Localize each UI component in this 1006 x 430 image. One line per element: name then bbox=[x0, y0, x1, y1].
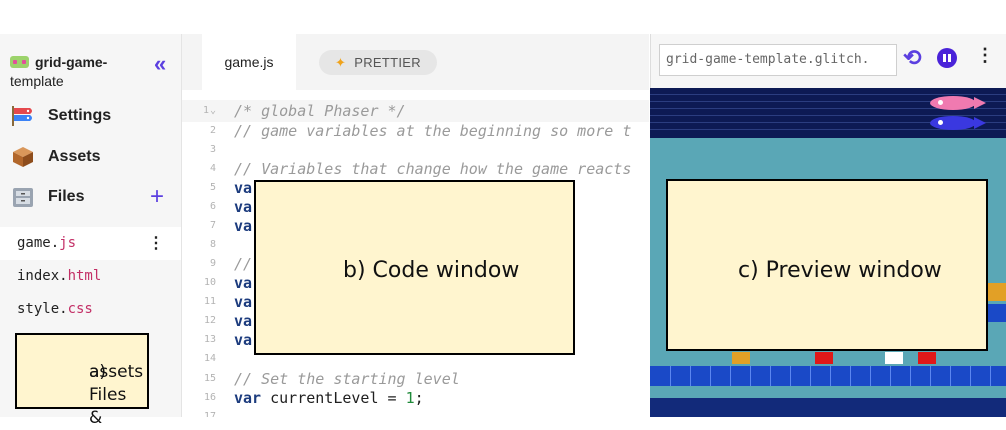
orange-tile bbox=[732, 352, 750, 364]
sidebar-item-assets[interactable]: Assets bbox=[10, 142, 178, 172]
reload-icon[interactable]: ⟲ bbox=[903, 46, 925, 70]
tile-row bbox=[650, 366, 1006, 386]
fold-marker-icon[interactable]: ⌄ bbox=[210, 105, 216, 116]
red-tile bbox=[918, 352, 936, 364]
code-line: 1⌄/* global Phaser */ bbox=[182, 100, 649, 122]
annotation-files-assets: a) Files & assets bbox=[15, 333, 149, 428]
file-menu-icon[interactable]: ⋮ bbox=[148, 227, 164, 260]
annotation-code-window: b) Code window bbox=[254, 180, 575, 355]
sidebar-item-files[interactable]: Files + bbox=[10, 182, 178, 212]
project-name[interactable]: grid-game- template bbox=[10, 52, 140, 91]
sparkle-icon: ✦ bbox=[335, 55, 347, 70]
prettier-button[interactable]: ✦ PRETTIER bbox=[319, 50, 437, 75]
code-line: 17 bbox=[203, 411, 216, 417]
file-item-style-css[interactable]: style.css bbox=[0, 293, 181, 326]
project-logo-icon bbox=[10, 56, 29, 68]
red-tile bbox=[815, 352, 833, 364]
files-cabinet-icon bbox=[10, 185, 36, 209]
sidebar-item-settings[interactable]: Settings bbox=[10, 101, 178, 131]
annotation-preview-window: c) Preview window bbox=[666, 179, 988, 351]
editor-tab-bar: game.js ✦ PRETTIER bbox=[182, 34, 649, 90]
white-tile bbox=[885, 352, 903, 364]
pause-icon[interactable] bbox=[937, 48, 957, 68]
sidebar-item-label: Assets bbox=[48, 148, 101, 165]
pink-fish-icon bbox=[930, 96, 986, 110]
sidebar-item-label: Settings bbox=[48, 107, 112, 124]
collapse-sidebar-icon[interactable]: « bbox=[154, 53, 166, 75]
orange-tile bbox=[988, 283, 1006, 301]
blue-fish-icon bbox=[930, 116, 986, 130]
file-list: game.js ⋮ index.html style.css bbox=[0, 227, 181, 326]
sidebar-item-label: Files bbox=[48, 188, 85, 205]
file-item-game-js[interactable]: game.js ⋮ bbox=[0, 227, 181, 260]
bottom-strip bbox=[650, 398, 1006, 417]
blue-tile bbox=[988, 304, 1006, 322]
preview-toolbar: grid-game-template.glitch. ⟲ ⋮ bbox=[650, 34, 1006, 88]
preview-menu-icon[interactable]: ⋮ bbox=[976, 44, 994, 66]
add-file-icon[interactable]: + bbox=[150, 182, 164, 212]
settings-carp-icon bbox=[10, 104, 36, 128]
preview-url-input[interactable]: grid-game-template.glitch. bbox=[659, 44, 897, 76]
file-item-index-html[interactable]: index.html bbox=[0, 260, 181, 293]
tab-game-js[interactable]: game.js bbox=[202, 34, 296, 90]
assets-box-icon bbox=[10, 145, 36, 169]
